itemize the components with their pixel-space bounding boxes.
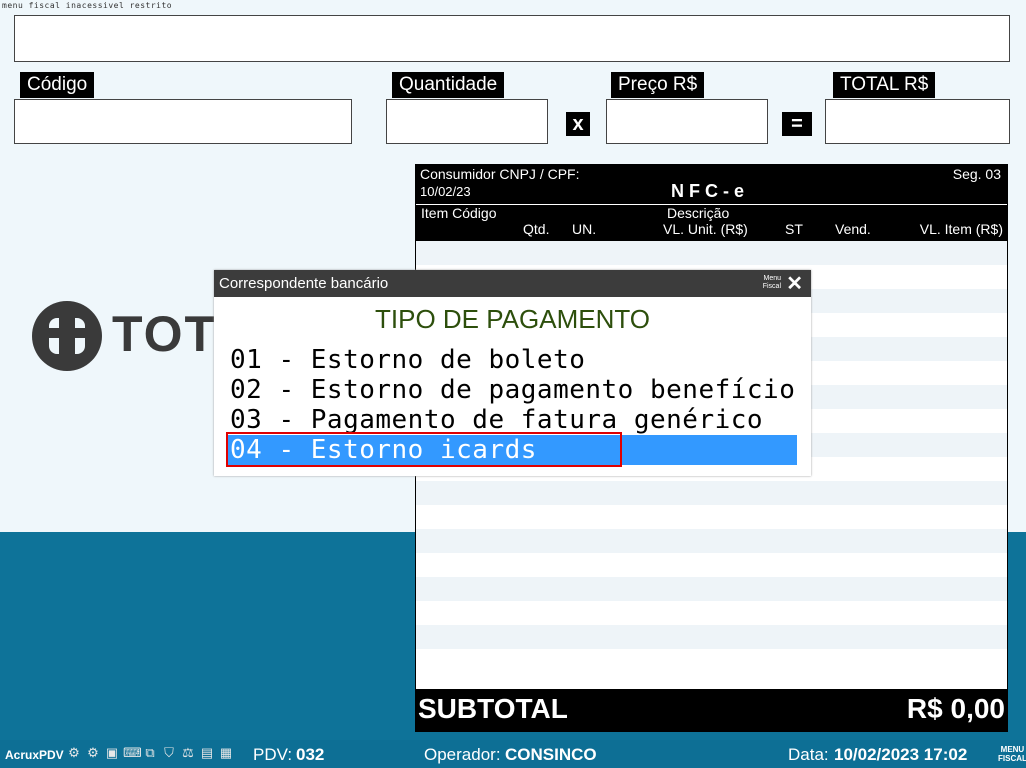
codigo-field[interactable] — [14, 99, 352, 144]
list-item — [416, 241, 1007, 265]
preco-label: Preço R$ — [611, 72, 705, 98]
payment-type-heading: TIPO DE PAGAMENTO — [375, 304, 650, 334]
quantidade-label: Quantidade — [392, 72, 505, 98]
menu-fiscal-button[interactable]: Menu Fiscal — [763, 275, 781, 291]
col-vl-item: VL. Item (R$) — [919, 221, 1003, 237]
list-item — [416, 505, 1007, 529]
col-descricao: Descrição — [667, 205, 730, 221]
equals-icon: = — [782, 112, 812, 136]
col-item-codigo: Item Código — [421, 205, 497, 221]
subtotal-bar: SUBTOTAL R$ 0,00 — [416, 689, 1007, 731]
close-icon[interactable]: ✕ — [786, 273, 803, 295]
scale-icon[interactable]: ⚖ — [180, 745, 196, 761]
gear-icon[interactable]: ⚙ — [85, 745, 101, 761]
nfce-title: N F C - e — [671, 181, 745, 201]
quantidade-field[interactable] — [386, 99, 548, 144]
subtotal-label: SUBTOTAL — [418, 693, 568, 724]
menu-fiscal-statusbar-button[interactable]: MENU FISCAL — [998, 745, 1026, 763]
seg-label: Seg. 03 — [952, 166, 1001, 182]
shield-icon[interactable]: ⛉ — [161, 745, 177, 761]
col-vend: Vend. — [835, 221, 871, 237]
printer-icon[interactable]: ⚙ — [66, 745, 82, 761]
codigo-label: Código — [20, 72, 95, 98]
col-qtd: Qtd. — [523, 221, 550, 237]
selection-highlight — [226, 432, 622, 467]
list-item — [416, 553, 1007, 577]
nfce-date: 10/02/23 — [420, 184, 471, 199]
menu-fiscal-line2: Fiscal — [762, 283, 781, 290]
window-title: menu fiscal inacessivel restrito — [2, 1, 173, 10]
pdv-label: PDV: — [253, 745, 293, 764]
operador-label: Operador: — [424, 745, 501, 764]
keyboard-icon[interactable]: ⌨ — [123, 745, 142, 761]
dialog-title: Correspondente bancário — [214, 270, 811, 297]
consumidor-label: Consumidor CNPJ / CPF: — [420, 166, 580, 182]
operador-value: CONSINCO — [505, 745, 597, 764]
app-name: AcruxPDV — [5, 748, 64, 762]
tray-icons: ⚙ ⚙ ▣ ⌨ ⧉ ⛉ ⚖ ▤ ▦ — [66, 745, 234, 763]
grid-icon[interactable]: ▦ — [218, 745, 234, 761]
nfce-header: Consumidor CNPJ / CPF: Seg. 03 10/02/23 … — [416, 165, 1007, 241]
scanner-icon[interactable]: ▤ — [199, 745, 215, 761]
list-item — [416, 577, 1007, 601]
menu-fiscal-statusbar-line1: MENU — [1000, 745, 1025, 754]
totvs-logo: TOTVS — [30, 297, 215, 375]
pdv-value: 032 — [296, 745, 325, 764]
list-item — [416, 601, 1007, 625]
option-estorno-boleto[interactable]: 01 - Estorno de boleto — [228, 345, 797, 375]
col-un: UN. — [572, 221, 597, 237]
correspondente-bancario-dialog: Correspondente bancário Menu Fiscal ✕ TI… — [214, 270, 811, 476]
col-vl-unit: VL. Unit. (R$) — [663, 221, 748, 237]
network-icon[interactable]: ⧉ — [142, 745, 158, 761]
option-pagamento-fatura-generico[interactable]: 03 - Pagamento de fatura genérico — [228, 405, 797, 435]
menu-fiscal-line1: Menu — [763, 275, 781, 282]
totvs-logo-text: TOTVS — [112, 306, 215, 362]
list-item — [416, 625, 1007, 649]
subtotal-value: R$ 0,00 — [906, 693, 1005, 724]
list-item — [416, 529, 1007, 553]
totvs-logo-icon — [32, 301, 102, 371]
data-value: 10/02/2023 17:02 — [834, 745, 968, 764]
option-estorno-pagamento-beneficio[interactable]: 02 - Estorno de pagamento benefício — [228, 375, 797, 405]
multiply-icon: x — [566, 112, 590, 136]
total-label: TOTAL R$ — [833, 72, 936, 98]
message-display — [14, 15, 1010, 62]
preco-field[interactable] — [606, 99, 768, 144]
monitor-icon[interactable]: ▣ — [104, 745, 120, 761]
menu-fiscal-statusbar-line2: FISCAL — [998, 754, 1026, 763]
list-item — [416, 649, 1007, 673]
total-field — [825, 99, 1010, 144]
list-item — [416, 481, 1007, 505]
data-label: Data: — [788, 745, 829, 764]
col-st: ST — [785, 221, 803, 237]
